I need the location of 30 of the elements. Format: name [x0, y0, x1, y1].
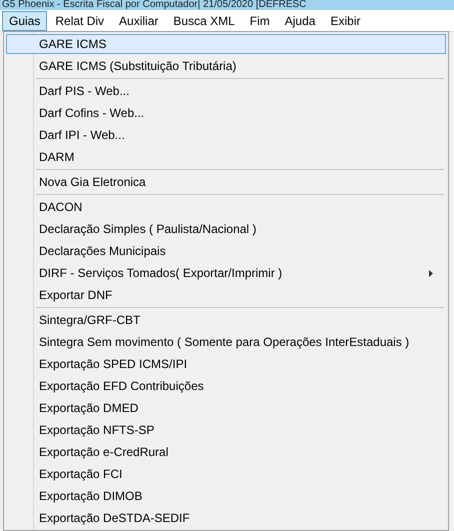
menu-item[interactable]: GARE ICMS (Substituição Tributária) — [6, 56, 446, 76]
menu-item[interactable]: Sintegra Sem movimento ( Somente para Operações InterEstaduais ) — [6, 332, 446, 352]
window-title: G5 Phoenix - Escrita Fiscal por Computador| 21/05/2020 [DEFRESC — [1, 0, 306, 10]
menu-item[interactable]: Darf PIS - Web... — [6, 81, 446, 101]
menu-item[interactable]: Exportação EFD Contribuições — [6, 376, 446, 396]
menu-item[interactable]: GARE ICMS — [6, 34, 446, 54]
menu-item[interactable]: Exportação NFTS-SP — [6, 420, 446, 440]
menu-item[interactable]: Darf IPI - Web... — [6, 125, 446, 145]
menu-bar-item[interactable]: Guias — [2, 10, 48, 30]
menu-item[interactable]: DARM — [6, 147, 446, 167]
menu-item[interactable]: Declarações Municipais — [6, 241, 446, 261]
menu-item[interactable]: DACON — [6, 197, 446, 217]
menu-item[interactable]: Exportação DMED — [6, 398, 446, 418]
menu-bar-item[interactable]: Exibir — [323, 10, 368, 30]
menu-bar-item[interactable]: Relat Div — [48, 10, 112, 30]
menu-item[interactable]: Exportação e-CredRural — [6, 442, 446, 462]
menu-item[interactable]: Exportar DNF — [6, 285, 446, 305]
menu-item[interactable]: Sintegra/GRF-CBT — [6, 310, 446, 330]
menu-item[interactable]: Nova Gia Eletronica — [6, 172, 446, 192]
menu-item[interactable]: Exportação FCI — [6, 464, 446, 484]
menu-item[interactable]: Darf Cofins - Web... — [6, 103, 446, 123]
menu-bar-item[interactable]: Busca XML — [166, 10, 242, 30]
menu-bar-item[interactable]: Auxiliar — [112, 10, 166, 30]
menu-item[interactable]: Exportação DIMOB — [6, 486, 446, 506]
menu-item[interactable]: Exportação DeSTDA-SEDIF — [6, 508, 446, 528]
menu-item[interactable]: Exportação SPED ICMS/IPI — [6, 354, 446, 374]
menu-bar-item[interactable]: Fim — [242, 10, 277, 30]
menu-item[interactable]: Declaração Simples ( Paulista/Nacional ) — [6, 219, 446, 239]
menu-bar-item[interactable]: Ajuda — [278, 10, 322, 30]
menu-item[interactable]: DIRF - Serviços Tomados( Exportar/Imprimir ) — [6, 263, 446, 283]
